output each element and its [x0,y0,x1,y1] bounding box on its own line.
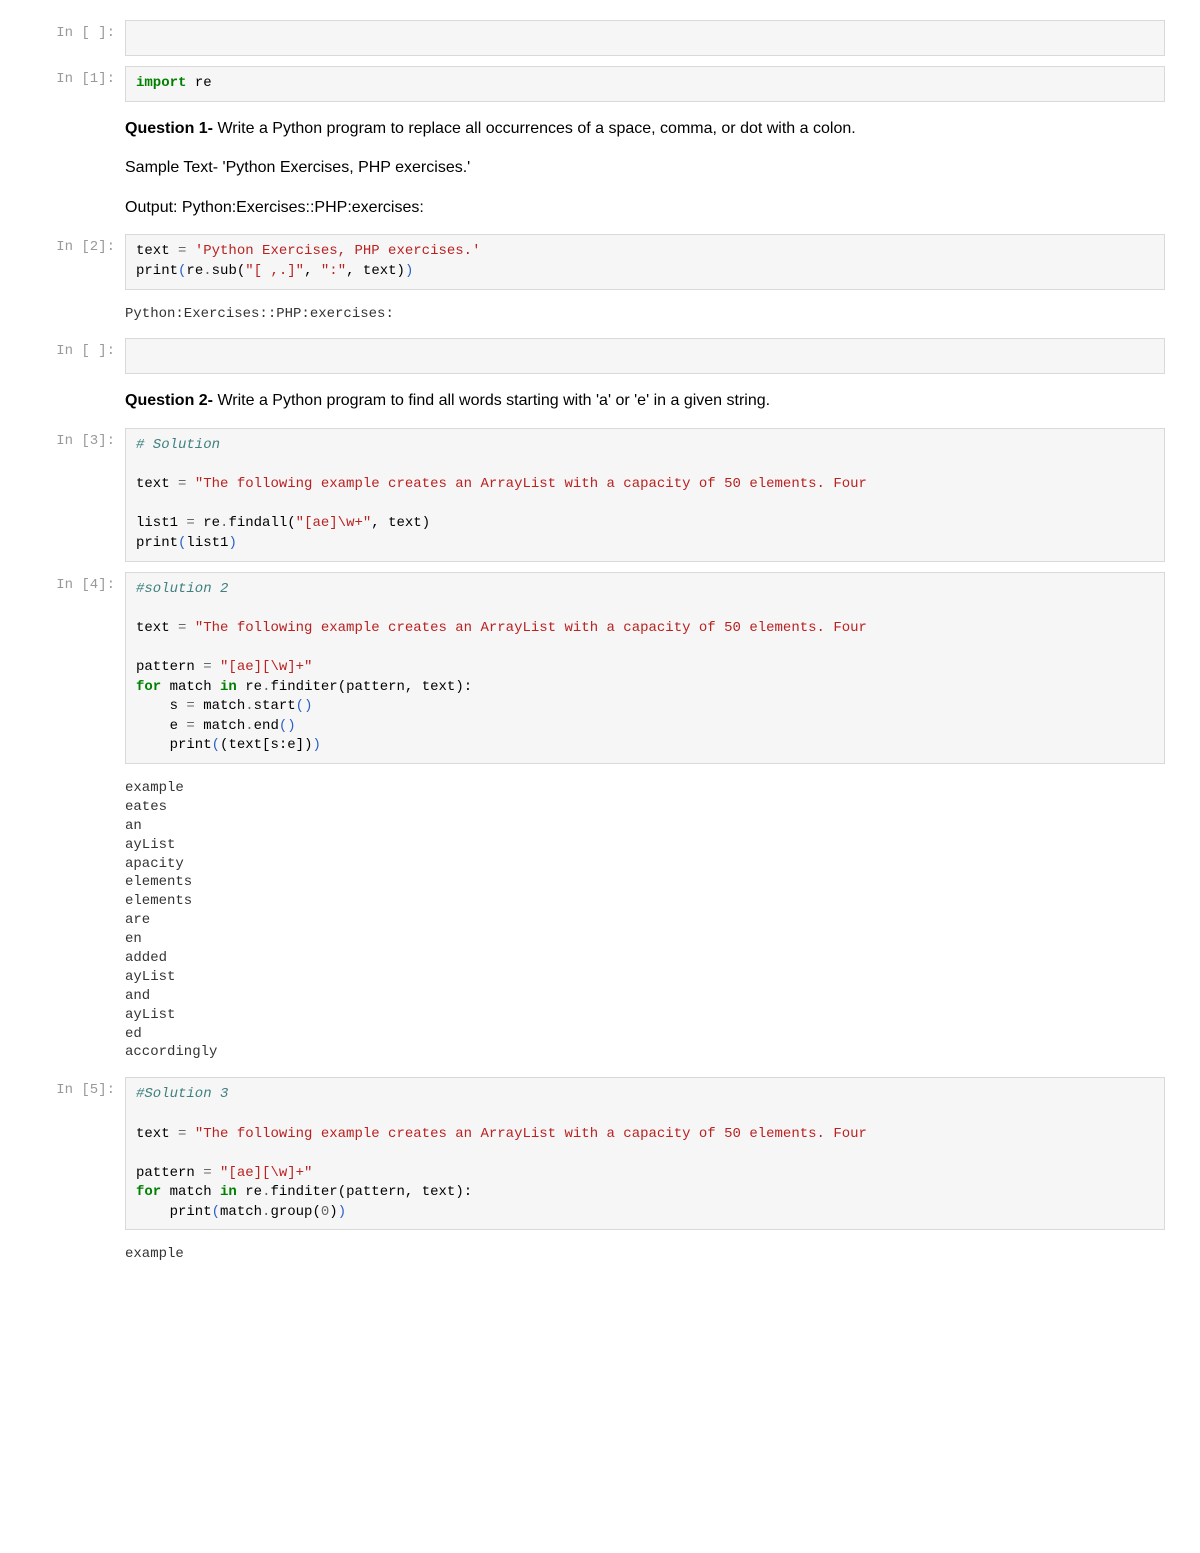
input-area[interactable]: #Solution 3 text = "The following exampl… [125,1077,1165,1230]
prompt-empty [20,774,125,1067]
input-area[interactable]: #solution 2 text = "The following exampl… [125,572,1165,764]
prompt-empty [20,112,125,225]
input-area[interactable] [125,20,1165,56]
code-cell-1: In [1]: import re [20,66,1165,102]
markdown-cell-q1: Question 1- Write a Python program to re… [20,112,1165,225]
code-editor[interactable]: # Solution text = "The following example… [125,428,1165,562]
input-area[interactable]: text = 'Python Exercises, PHP exercises.… [125,234,1165,289]
text-content: Question 2- Write a Python program to fi… [125,384,1165,418]
output-cell-4: example eates an ayList apacity elements… [20,774,1165,1067]
prompt: In [5]: [20,1077,125,1230]
question-text: Write a Python program to find all words… [213,392,770,409]
code-editor[interactable]: import re [125,66,1165,102]
output-area: example [125,1240,1165,1269]
code-cell-empty-2: In [ ]: [20,338,1165,374]
input-area[interactable] [125,338,1165,374]
code-cell-3: In [3]: # Solution text = "The following… [20,428,1165,562]
prompt: In [3]: [20,428,125,562]
prompt: In [4]: [20,572,125,764]
output-text: example [125,1240,1165,1269]
code-editor[interactable] [125,338,1165,374]
prompt: In [1]: [20,66,125,102]
prompt-empty [20,300,125,329]
code-cell-5: In [5]: #Solution 3 text = "The followin… [20,1077,1165,1230]
prompt: In [ ]: [20,20,125,56]
output-text: example eates an ayList apacity elements… [125,774,1165,1067]
code-editor[interactable]: #Solution 3 text = "The following exampl… [125,1077,1165,1230]
code-cell-4: In [4]: #solution 2 text = "The followin… [20,572,1165,764]
code-cell-empty-1: In [ ]: [20,20,1165,56]
output-text: Python:Exercises::PHP:exercises: [125,300,1165,329]
code-cell-2: In [2]: text = 'Python Exercises, PHP ex… [20,234,1165,289]
prompt-empty [20,384,125,418]
output-area: example eates an ayList apacity elements… [125,774,1165,1067]
question-text: Write a Python program to replace all oc… [213,120,856,137]
markdown-cell-q2: Question 2- Write a Python program to fi… [20,384,1165,418]
prompt-empty [20,1240,125,1269]
code-editor[interactable]: #solution 2 text = "The following exampl… [125,572,1165,764]
output-text: Output: Python:Exercises::PHP:exercises: [125,195,1165,221]
question-title: Question 1- [125,120,213,137]
text-content: Question 1- Write a Python program to re… [125,112,1165,225]
input-area[interactable]: import re [125,66,1165,102]
code-editor[interactable] [125,20,1165,56]
prompt: In [2]: [20,234,125,289]
prompt: In [ ]: [20,338,125,374]
sample-text: Sample Text- 'Python Exercises, PHP exer… [125,155,1165,181]
code-editor[interactable]: text = 'Python Exercises, PHP exercises.… [125,234,1165,289]
input-area[interactable]: # Solution text = "The following example… [125,428,1165,562]
output-cell-5: example [20,1240,1165,1269]
question-title: Question 2- [125,392,213,409]
output-cell-2: Python:Exercises::PHP:exercises: [20,300,1165,329]
output-area: Python:Exercises::PHP:exercises: [125,300,1165,329]
